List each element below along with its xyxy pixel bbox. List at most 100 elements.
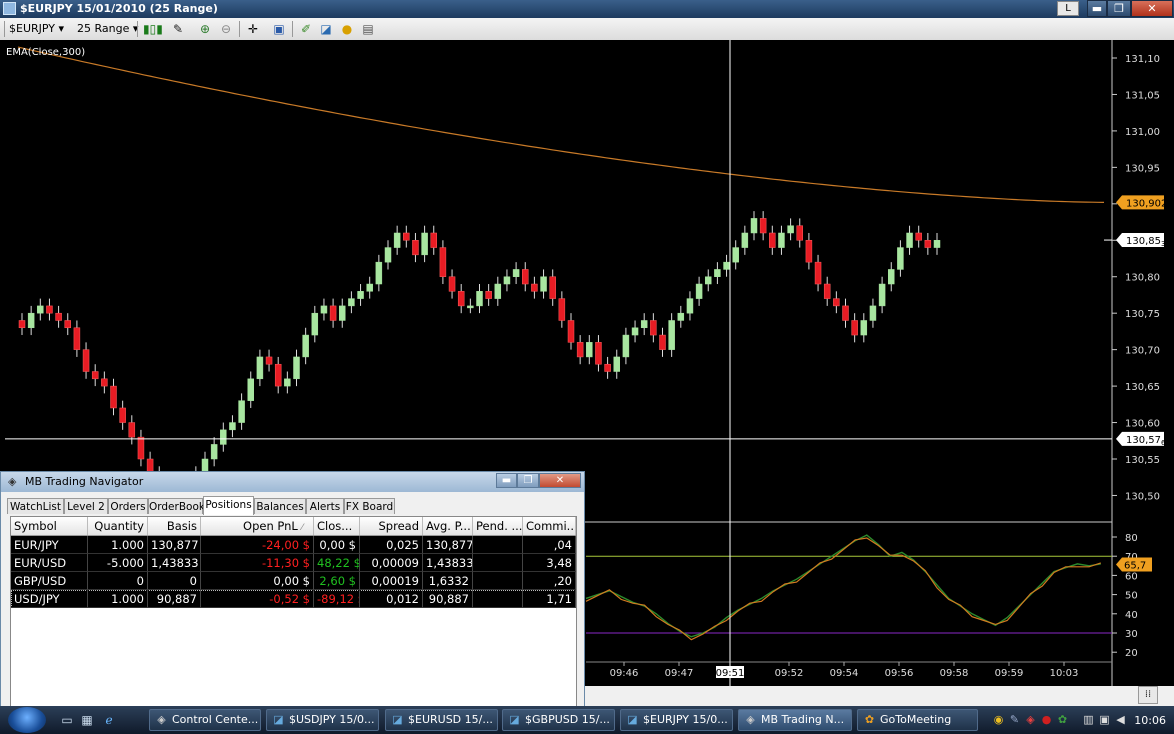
- col-spread[interactable]: Spread: [360, 517, 423, 535]
- time-tick-label: 09:54: [830, 668, 859, 679]
- osc-tick-label: 30: [1125, 629, 1138, 640]
- candle-down: [833, 298, 840, 307]
- col-symbol[interactable]: Symbol: [11, 517, 88, 535]
- time-tick-label: 09:58: [940, 668, 969, 679]
- interval-selector[interactable]: 25 Range ▾: [77, 21, 138, 37]
- gotomeeting-tray-icon[interactable]: ✿: [1056, 713, 1069, 727]
- taskbar-button[interactable]: ◈ MB Trading N...: [738, 709, 852, 731]
- cell-comm: 1,71: [523, 590, 576, 608]
- taskbar-button[interactable]: ◪ $EURUSD 15/...: [385, 709, 498, 731]
- cell-spread: 0,012: [360, 590, 423, 608]
- minimize-button[interactable]: ▬: [1087, 0, 1107, 17]
- navigator-titlebar[interactable]: ◈ MB Trading Navigator ▬ ❐ ✕: [1, 472, 584, 492]
- navigator-maximize-button[interactable]: ❐: [517, 473, 539, 488]
- window-titlebar[interactable]: $EURJPY 15/01/2010 (25 Range) L ▬ ❐ ✕: [0, 0, 1174, 18]
- cell-close: -89,12 $: [314, 590, 360, 608]
- table-row[interactable]: GBP/USD 0 0 0,00 $2,60 $0,00019 1,6332,20: [11, 572, 576, 590]
- taskbar-button[interactable]: ◪ $USDJPY 15/0...: [266, 709, 379, 731]
- cell-symbol: USD/JPY: [11, 590, 88, 608]
- price-tick-label: 131,00: [1125, 127, 1160, 138]
- window-icon[interactable]: ▣: [271, 21, 287, 37]
- taskbar-button[interactable]: ◪ $EURJPY 15/0...: [620, 709, 733, 731]
- candle-down: [18, 320, 26, 329]
- zoom-in-icon[interactable]: ⊕: [197, 21, 213, 37]
- taskbar-button[interactable]: ◪ $GBPUSD 15/...: [502, 709, 615, 731]
- network-icon[interactable]: ▣: [1098, 713, 1111, 727]
- security-icon[interactable]: ◈: [1024, 713, 1037, 727]
- cell-symbol: GBP/USD: [11, 572, 88, 590]
- show-desktop-icon[interactable]: ▭: [60, 713, 74, 727]
- tab-positions[interactable]: Positions: [203, 496, 254, 515]
- taskbar-button-label: MB Trading N...: [761, 713, 845, 726]
- tab-fx-board[interactable]: FX Board: [344, 498, 395, 514]
- sync-icon[interactable]: ▥: [1082, 713, 1095, 727]
- symbol-selector[interactable]: $EURJPY ▾: [9, 21, 64, 37]
- tab-orders[interactable]: Orders: [108, 498, 148, 514]
- taskbar-button[interactable]: ◈ Control Cente...: [149, 709, 261, 731]
- crosshair-icon[interactable]: ✛: [245, 21, 261, 37]
- time-tick-label: 09:59: [995, 668, 1024, 679]
- cell-spread: 0,025: [360, 536, 423, 554]
- l-button[interactable]: L: [1057, 1, 1079, 16]
- tab-balances[interactable]: Balances: [254, 498, 306, 514]
- cell-open_pnl: -0,52 $: [201, 590, 314, 608]
- toolbar-separator: [292, 21, 293, 37]
- pen-icon[interactable]: ✎: [1008, 713, 1021, 727]
- taskbar-button[interactable]: ✿ GoToMeeting: [857, 709, 978, 731]
- col-quantity[interactable]: Quantity: [88, 517, 148, 535]
- clock[interactable]: 10:06: [1134, 714, 1166, 727]
- candle-down: [128, 422, 136, 438]
- candle-up: [339, 305, 346, 321]
- volume-icon[interactable]: ◀: [1114, 713, 1127, 727]
- candlestick-style-icon[interactable]: ▮▯▮: [143, 21, 163, 37]
- col-basis[interactable]: Basis: [148, 517, 201, 535]
- cell-basis: 90,887: [148, 590, 201, 608]
- tab-level2[interactable]: Level 2: [64, 498, 108, 514]
- zoom-out-icon[interactable]: ⊖: [218, 21, 234, 37]
- candle-up: [494, 283, 502, 299]
- price-tick-label: 131,10: [1125, 54, 1160, 65]
- maximize-button[interactable]: ❐: [1107, 0, 1131, 17]
- price-tick-label: 130,50: [1125, 491, 1160, 502]
- col-avg-price[interactable]: Avg. P...: [423, 517, 473, 535]
- table-row[interactable]: EUR/JPY 1.000 130,877 -24,00 $0,00 $0,025 13…: [11, 536, 576, 554]
- candle-up: [357, 291, 364, 299]
- table-icon[interactable]: ▤: [360, 21, 376, 37]
- col-close[interactable]: Clos...: [314, 517, 360, 535]
- tab-orderbook[interactable]: OrderBook: [148, 498, 205, 514]
- coin-icon[interactable]: ●: [339, 21, 355, 37]
- switch-windows-icon[interactable]: ▦: [80, 713, 94, 727]
- col-commission[interactable]: Commi...: [523, 517, 576, 535]
- candle-up: [677, 312, 685, 321]
- price-tick-label: 130,65: [1125, 382, 1160, 393]
- close-button[interactable]: ✕: [1131, 0, 1173, 17]
- tab-watchlist[interactable]: WatchList: [7, 498, 64, 514]
- scroll-grip[interactable]: ⁞⁞: [1138, 686, 1158, 704]
- navigator-minimize-button[interactable]: ▬: [496, 473, 517, 488]
- antivirus-icon[interactable]: ●: [1040, 713, 1053, 727]
- edit-icon[interactable]: ✐: [298, 21, 314, 37]
- table-row[interactable]: USD/JPY1.00090,887-0,52 $-89,12 $0,01290…: [11, 590, 576, 608]
- candle-down: [659, 334, 666, 350]
- table-row[interactable]: EUR/USD -5.000 1,43833 -11,30 $48,22 $0,000…: [11, 554, 576, 572]
- candle-down: [110, 385, 117, 409]
- shield-icon[interactable]: ◉: [992, 713, 1005, 727]
- cell-quantity: 0: [88, 572, 148, 590]
- draw-pen-icon[interactable]: ✎: [170, 21, 186, 37]
- navigator-window: ◈ MB Trading Navigator ▬ ❐ ✕ WatchList L…: [0, 471, 585, 711]
- candle-down: [759, 218, 767, 234]
- candle-down: [769, 232, 776, 248]
- horizontal-scrollbar[interactable]: [585, 686, 1174, 706]
- col-open-pnl[interactable]: Open PnL ⁄: [201, 517, 314, 535]
- tab-alerts[interactable]: Alerts: [306, 498, 344, 514]
- candle-down: [558, 298, 566, 321]
- browser-icon[interactable]: ℯ: [102, 713, 116, 727]
- chart-icon[interactable]: ◪: [318, 21, 334, 37]
- candle-up: [311, 312, 319, 336]
- candle-down: [46, 305, 53, 314]
- candle-up: [878, 283, 886, 307]
- candle-up: [421, 232, 428, 256]
- navigator-close-button[interactable]: ✕: [539, 473, 581, 488]
- start-button[interactable]: [8, 707, 46, 733]
- col-pending[interactable]: Pend. ...: [473, 517, 523, 535]
